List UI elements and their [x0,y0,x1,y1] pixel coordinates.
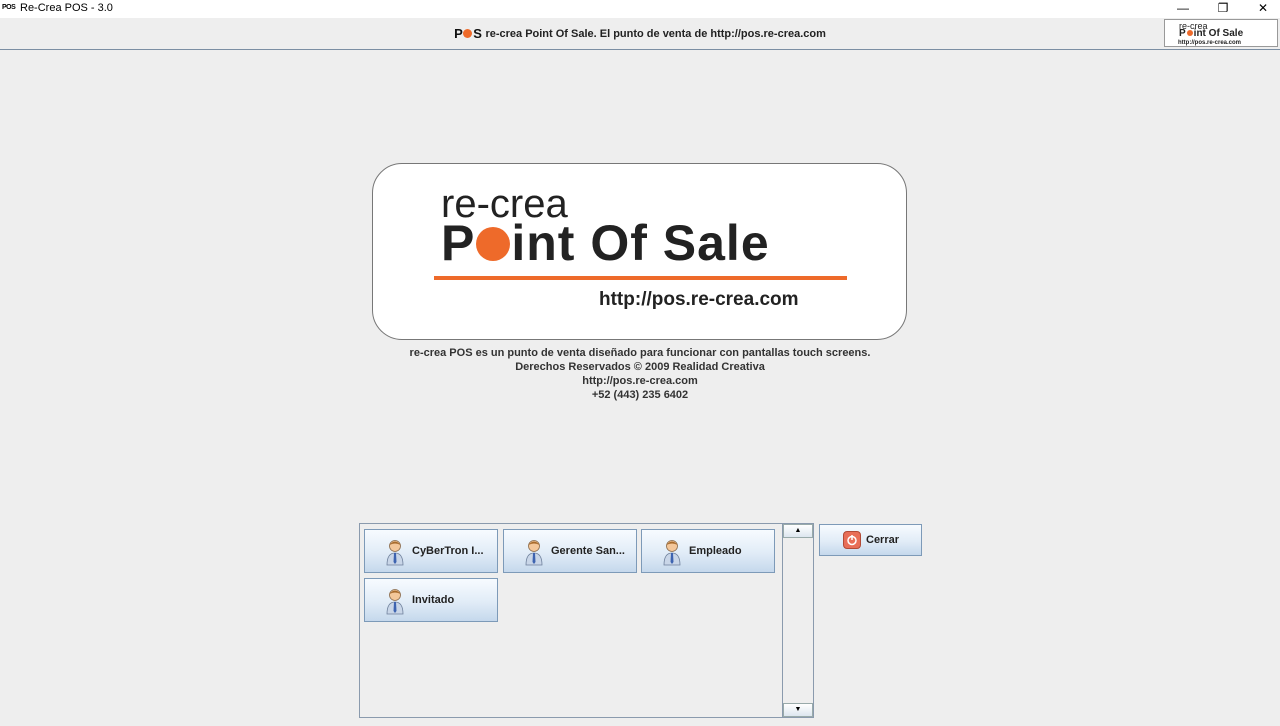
vertical-scrollbar[interactable]: ▲ ▼ [782,524,813,717]
corner-logo: re-crea Pint Of Sale http://pos.re-crea.… [1164,19,1278,47]
header-title: P Sre-crea Point Of Sale. El punto de ven… [0,26,1280,41]
window-title: Re-Crea POS - 3.0 [20,2,113,14]
user-button-invitado[interactable]: Invitado [364,578,498,622]
power-icon [843,531,861,549]
pos-logo-icon: PS [454,26,482,41]
logo-title: Pint Of Sale [441,215,770,271]
info-block: re-crea POS es un punto de venta diseñad… [0,346,1280,402]
logo-divider [434,276,847,280]
info-phone: +52 (443) 235 6402 [591,389,689,401]
user-list-panel: CyBerTron I... Gerente San... Empleado I… [359,523,814,718]
main-logo: re-crea Pint Of Sale http://pos.re-crea.… [372,163,907,340]
minimize-button[interactable]: — [1163,0,1203,16]
header-text: re-crea Point Of Sale. El punto de venta… [485,28,826,40]
scroll-down-button[interactable]: ▼ [783,703,813,717]
user-label: Empleado [689,545,742,557]
restore-button[interactable]: ❐ [1203,0,1243,16]
user-button-empleado[interactable]: Empleado [641,529,775,573]
cerrar-button[interactable]: Cerrar [819,524,922,556]
user-label: CyBerTron I... [412,545,484,557]
window-title-bar: POS Re-Crea POS - 3.0 — ❐ ✕ [0,0,1280,18]
close-window-button[interactable]: ✕ [1243,0,1280,16]
user-icon [525,540,543,566]
scroll-up-button[interactable]: ▲ [783,524,813,538]
app-logo-icon: POS [2,4,16,11]
info-url: http://pos.re-crea.com [582,375,698,387]
info-description: re-crea POS es un punto de venta diseñad… [409,347,871,359]
user-icon [386,540,404,566]
user-icon [663,540,681,566]
info-copyright: Derechos Reservados © 2009 Realidad Crea… [515,361,765,373]
user-label: Invitado [412,594,455,606]
user-button-cybertron[interactable]: CyBerTron I... [364,529,498,573]
cerrar-label: Cerrar [866,534,900,546]
user-button-gerente[interactable]: Gerente San... [503,529,637,573]
header-bar: P Sre-crea Point Of Sale. El punto de ven… [0,18,1280,50]
user-icon [386,589,404,615]
user-label: Gerente San... [551,545,625,557]
logo-url: http://pos.re-crea.com [599,289,799,310]
